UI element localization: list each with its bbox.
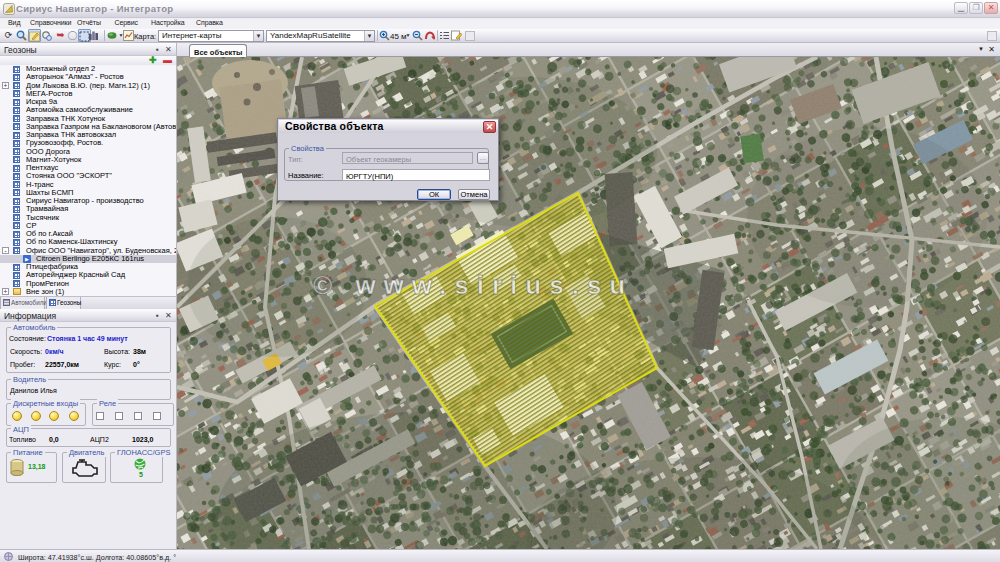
svg-text:© www.sirius.su: © www.sirius.su	[313, 270, 633, 300]
